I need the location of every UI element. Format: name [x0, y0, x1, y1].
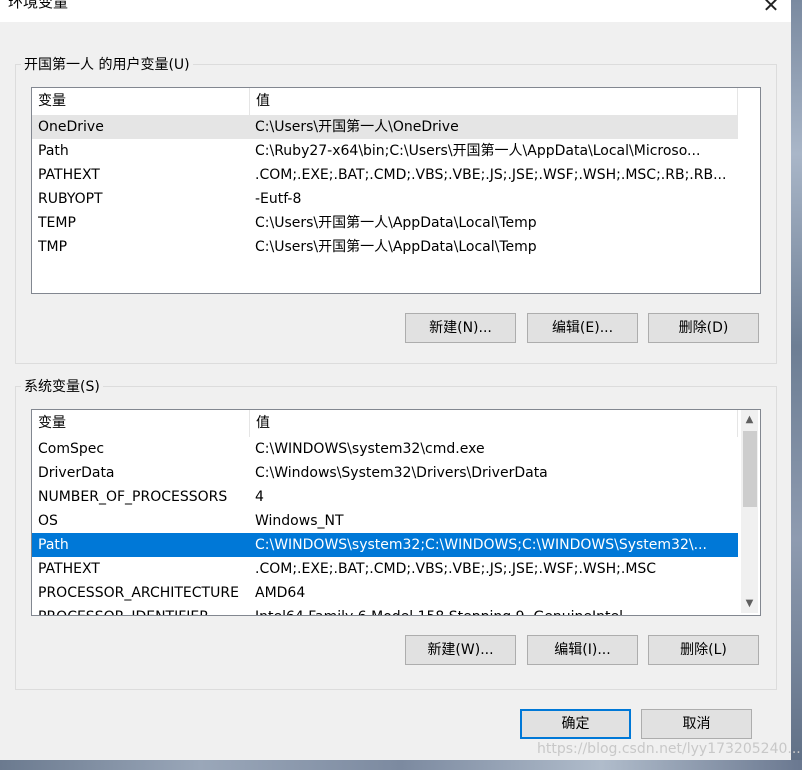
system-delete-button[interactable]: 删除(L): [648, 635, 759, 665]
variable-name: Path: [38, 537, 69, 553]
title-bar: 环境变量 ✕: [0, 0, 791, 22]
variable-name: OneDrive: [38, 119, 104, 135]
system-variables-label: 系统变量(S): [21, 376, 103, 396]
variable-value: C:\Ruby27-x64\bin;C:\Users\开国第一人\AppData…: [255, 143, 701, 159]
variable-value: C:\Users\开国第一人\AppData\Local\Temp: [255, 239, 537, 255]
cancel-button[interactable]: 取消: [641, 709, 752, 739]
variable-value: C:\WINDOWS\system32;C:\WINDOWS;C:\WINDOW…: [255, 537, 707, 553]
variable-value: AMD64: [255, 585, 306, 601]
variable-value: -Eutf-8: [255, 191, 302, 207]
user-variables-label: 开国第一人 的用户变量(U): [21, 54, 193, 74]
variable-value: .COM;.EXE;.BAT;.CMD;.VBS;.VBE;.JS;.JSE;.…: [255, 561, 657, 577]
column-header-variable[interactable]: 变量: [32, 410, 250, 437]
list-item[interactable]: Path C:\WINDOWS\system32;C:\WINDOWS;C:\WI…: [32, 533, 738, 557]
user-new-button[interactable]: 新建(N)...: [405, 313, 516, 343]
system-variables-list[interactable]: 变量 值 ComSpec C:\WINDOWS\system32\cmd.exe D…: [31, 409, 761, 616]
desktop-background-bottom: [0, 760, 802, 770]
variable-value: C:\Users\开国第一人\OneDrive: [255, 119, 459, 135]
variable-name: PATHEXT: [38, 561, 100, 577]
list-item[interactable]: ComSpec C:\WINDOWS\system32\cmd.exe: [32, 437, 738, 461]
list-header: 变量 值: [32, 410, 738, 437]
system-edit-button[interactable]: 编辑(I)...: [527, 635, 638, 665]
column-header-value[interactable]: 值: [250, 410, 738, 437]
list-item[interactable]: OS Windows_NT: [32, 509, 738, 533]
scrollbar-thumb[interactable]: [743, 431, 757, 507]
variable-name: TMP: [38, 239, 68, 255]
watermark: https://blog.csdn.net/lyy173205240...: [537, 741, 801, 757]
environment-variables-dialog: 环境变量 ✕ 开国第一人 的用户变量(U) 变量 值 OneDrive C:\Us…: [0, 0, 791, 760]
window-title: 环境变量: [8, 0, 69, 11]
user-edit-button[interactable]: 编辑(E)...: [527, 313, 638, 343]
variable-name: TEMP: [38, 215, 76, 231]
vertical-scrollbar[interactable]: ▲ ▼: [741, 410, 758, 613]
list-item[interactable]: PATHEXT .COM;.EXE;.BAT;.CMD;.VBS;.VBE;.JS…: [32, 163, 738, 187]
variable-name: PATHEXT: [38, 167, 100, 183]
variable-name: PROCESSOR_ARCHITECTURE: [38, 585, 239, 601]
list-item[interactable]: DriverData C:\Windows\System32\Drivers\Dr…: [32, 461, 738, 485]
system-new-button[interactable]: 新建(W)...: [405, 635, 516, 665]
user-delete-button[interactable]: 删除(D): [648, 313, 759, 343]
list-item[interactable]: TMP C:\Users\开国第一人\AppData\Local\Temp: [32, 235, 738, 259]
list-item[interactable]: RUBYOPT -Eutf-8: [32, 187, 738, 211]
variable-name: OS: [38, 513, 58, 529]
list-item[interactable]: NUMBER_OF_PROCESSORS 4: [32, 485, 738, 509]
column-header-value[interactable]: 值: [250, 88, 738, 115]
list-item[interactable]: OneDrive C:\Users\开国第一人\OneDrive: [32, 115, 738, 139]
variable-value: C:\Windows\System32\Drivers\DriverData: [255, 465, 548, 481]
list-item[interactable]: TEMP C:\Users\开国第一人\AppData\Local\Temp: [32, 211, 738, 235]
list-item[interactable]: PROCESSOR_ARCHITECTURE AMD64: [32, 581, 738, 605]
variable-name: DriverData: [38, 465, 115, 481]
variable-name: PROCESSOR_IDENTIFIER: [38, 605, 250, 615]
scroll-down-icon[interactable]: ▼: [741, 595, 758, 612]
variable-value: Intel64 Family 6 Model 158 Stepping 9, G…: [255, 605, 732, 615]
ok-button[interactable]: 确定: [520, 709, 631, 739]
variable-value: C:\Users\开国第一人\AppData\Local\Temp: [255, 215, 537, 231]
variable-value: Windows_NT: [255, 513, 344, 529]
variable-name: ComSpec: [38, 441, 105, 457]
variable-value: C:\WINDOWS\system32\cmd.exe: [255, 441, 485, 457]
variable-value: .COM;.EXE;.BAT;.CMD;.VBS;.VBE;.JS;.JSE;.…: [255, 167, 727, 183]
column-header-variable[interactable]: 变量: [32, 88, 250, 115]
variable-name: Path: [38, 143, 69, 159]
variable-value: 4: [255, 489, 264, 505]
scroll-up-icon[interactable]: ▲: [741, 411, 758, 428]
user-variables-list[interactable]: 变量 值 OneDrive C:\Users\开国第一人\OneDrive Path…: [31, 87, 761, 294]
desktop-background-right: [791, 0, 802, 770]
list-item[interactable]: PATHEXT .COM;.EXE;.BAT;.CMD;.VBS;.VBE;.JS…: [32, 557, 738, 581]
list-item[interactable]: PROCESSOR_IDENTIFIER Intel64 Family 6 Mod…: [32, 605, 738, 615]
variable-name: RUBYOPT: [38, 191, 103, 207]
close-icon[interactable]: ✕: [758, 0, 784, 18]
variable-name: NUMBER_OF_PROCESSORS: [38, 489, 228, 505]
list-header: 变量 值: [32, 88, 738, 115]
list-item[interactable]: Path C:\Ruby27-x64\bin;C:\Users\开国第一人\App…: [32, 139, 738, 163]
